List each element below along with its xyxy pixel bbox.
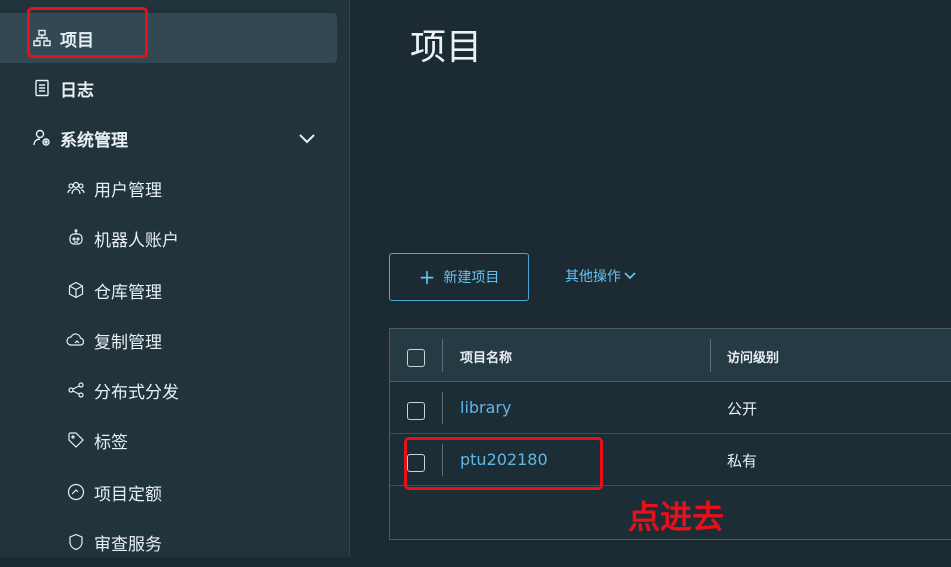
column-separator — [710, 339, 711, 372]
shield-icon — [66, 532, 86, 552]
row-checkbox[interactable] — [407, 402, 425, 420]
access-level: 公开 — [727, 400, 758, 418]
column-header-name[interactable]: 项目名称 — [460, 347, 512, 366]
other-actions-label: 其他操作 — [565, 269, 621, 285]
table-row: library 公开 — [390, 382, 951, 434]
sidebar-item-registries[interactable]: 仓库管理 — [0, 265, 349, 315]
sidebar-divider — [349, 0, 350, 557]
other-actions-dropdown[interactable]: 其他操作 — [565, 266, 636, 286]
chevron-down-icon[interactable] — [298, 129, 316, 149]
sidebar-item-label: 仓库管理 — [94, 282, 162, 303]
plus-icon: + — [418, 265, 436, 289]
robot-icon — [66, 228, 86, 248]
new-project-label: 新建项目 — [443, 270, 500, 286]
highlight-box-row — [404, 437, 603, 490]
annotation-text: 点进去 — [628, 498, 725, 536]
sidebar: 项目 日志 系统管理 用户管理 机器人账户 仓库管理 复制管理 分布式分发 标签… — [0, 0, 349, 557]
chevron-down-icon — [624, 271, 636, 281]
sidebar-item-labels[interactable]: 标签 — [0, 415, 349, 465]
cube-icon — [66, 280, 86, 300]
access-level: 私有 — [727, 452, 758, 470]
select-all-checkbox[interactable] — [407, 349, 425, 367]
column-separator — [442, 392, 443, 424]
sidebar-item-label: 用户管理 — [94, 180, 162, 201]
column-separator — [442, 339, 443, 372]
highlight-box-projects — [27, 7, 148, 58]
log-icon — [32, 78, 52, 98]
sidebar-item-admin[interactable]: 系统管理 — [0, 113, 349, 163]
sidebar-item-users[interactable]: 用户管理 — [0, 163, 349, 213]
column-header-access[interactable]: 访问级别 — [727, 347, 779, 366]
sidebar-item-label: 标签 — [94, 432, 128, 453]
tag-icon — [66, 430, 86, 450]
users-icon — [66, 178, 86, 198]
sidebar-item-quotas[interactable]: 项目定额 — [0, 467, 349, 517]
sidebar-item-label: 日志 — [60, 80, 94, 101]
sidebar-item-distribution[interactable]: 分布式分发 — [0, 365, 349, 415]
share-icon — [66, 380, 86, 400]
sidebar-item-label: 机器人账户 — [94, 230, 179, 251]
sidebar-item-label: 项目定额 — [94, 484, 162, 505]
sidebar-item-label: 复制管理 — [94, 332, 162, 353]
page-title: 项目 — [410, 27, 483, 68]
sidebar-item-label: 审查服务 — [94, 534, 162, 555]
sidebar-item-label: 分布式分发 — [94, 382, 179, 403]
sidebar-item-label: 系统管理 — [60, 130, 128, 151]
project-link[interactable]: library — [460, 398, 511, 417]
new-project-button[interactable]: + 新建项目 — [389, 253, 529, 301]
table-header: 项目名称 访问级别 — [390, 329, 951, 382]
sidebar-item-replications[interactable]: 复制管理 — [0, 315, 349, 365]
sidebar-item-interrogation[interactable]: 审查服务 — [0, 517, 349, 567]
admin-icon — [32, 128, 52, 148]
gauge-icon — [66, 482, 86, 502]
cloud-icon — [66, 330, 86, 350]
sidebar-item-robot-accounts[interactable]: 机器人账户 — [0, 213, 349, 263]
sidebar-item-logs[interactable]: 日志 — [0, 63, 349, 113]
